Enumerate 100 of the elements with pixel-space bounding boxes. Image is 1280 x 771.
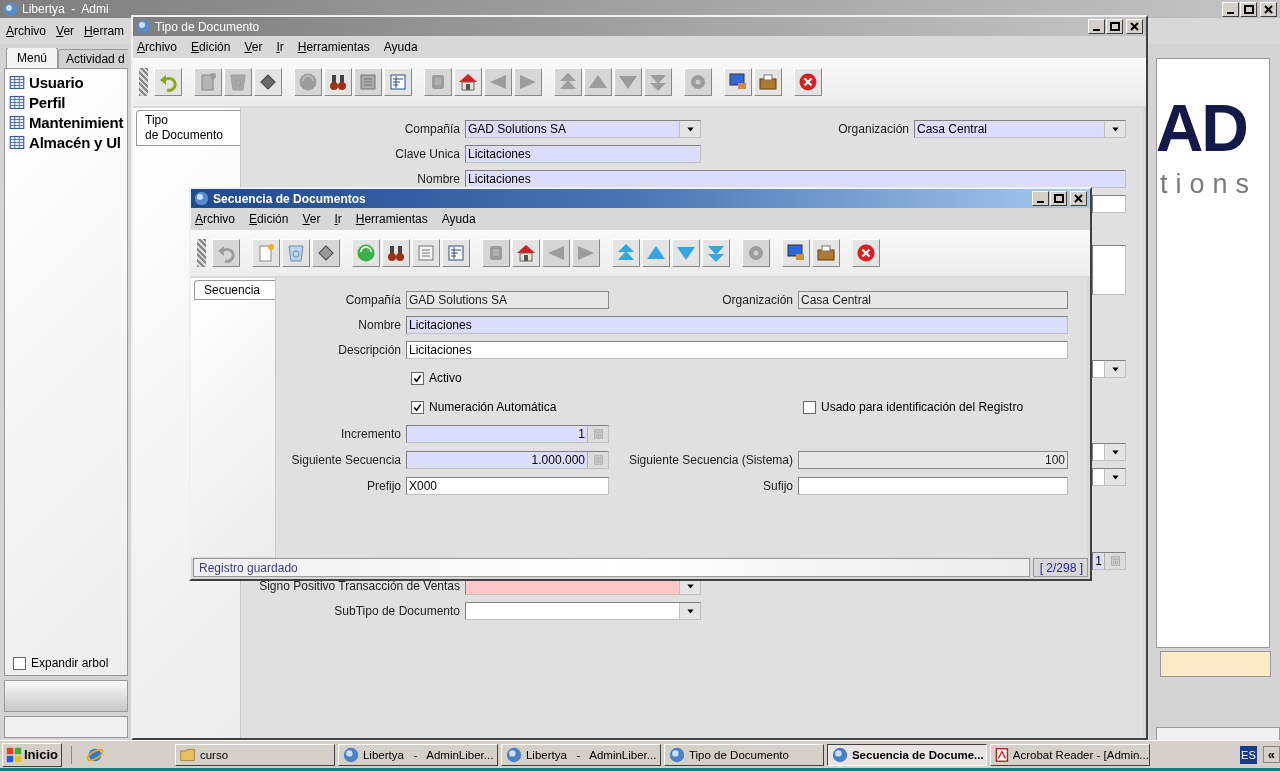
text-field[interactable]: Licitaciones [465,170,1126,188]
double-down-icon [706,243,726,263]
checkbox[interactable] [411,400,424,414]
close-button[interactable] [1070,191,1087,206]
taskbar-item[interactable]: Libertya - AdminLiber... [500,743,661,766]
text-field[interactable]: Casa Central [798,291,1068,309]
input-field[interactable] [1160,651,1271,677]
taskbar-item[interactable]: Secuencia de Docume... [826,743,987,766]
number-field[interactable]: 1 [406,425,609,443]
number-field[interactable]: 100 [798,451,1068,469]
toolbar-grip[interactable] [197,239,206,267]
home-icon [458,72,478,92]
menu-item[interactable]: Ir [334,212,342,226]
text-field[interactable] [1092,195,1126,213]
text-field[interactable]: X000 [406,477,609,495]
taskbar-item[interactable]: Libertya - AdminLiber... [337,743,498,766]
close-icon [856,243,876,263]
dropdown-field[interactable] [1092,443,1126,461]
toolbar-button[interactable] [382,239,410,267]
tree-item[interactable]: Perfil [29,94,66,111]
toolbar-button[interactable] [254,68,282,96]
text-field[interactable]: GAD Solutions SA [406,291,609,309]
start-button[interactable]: Inicio [2,742,62,767]
field-label: Descripción [337,343,401,357]
tree-item[interactable]: Usuario [29,74,84,91]
tree-item[interactable]: Almacén y Ul [29,134,121,151]
monitor-icon [786,243,806,263]
window-title: Libertya - Admi [22,2,110,16]
circle-icon [298,72,318,92]
maximize-button[interactable] [1050,191,1067,206]
menu-item[interactable]: Ver [244,40,263,54]
expand-button[interactable]: « [1262,746,1280,763]
tab[interactable]: Secuencia [194,280,275,300]
field-label: Incremento [339,427,401,441]
minimize-button[interactable] [1032,191,1049,206]
dropdown-field[interactable]: Casa Central [914,120,1126,138]
menu-item[interactable]: Herram [84,24,125,38]
text-area[interactable] [1092,245,1126,295]
text-field[interactable]: Licitaciones [465,145,701,163]
dropdown-field[interactable] [465,602,701,620]
checkbox[interactable] [411,371,424,385]
caret-icon [1109,365,1121,373]
checkbox[interactable] [13,656,26,670]
logo-text: tions [1159,169,1257,200]
menu-item[interactable]: Ver [302,212,321,226]
diamond-icon [316,243,336,263]
number-field[interactable]: 1.000.000 [406,451,609,469]
checkbox-label: Numeración Automática [429,400,557,414]
check-icon [413,402,422,412]
caret-icon [684,125,696,133]
tab[interactable]: Menú [6,48,59,68]
text-field[interactable]: Licitaciones [406,341,1068,359]
toolbar-button[interactable] [812,239,840,267]
menu-item[interactable]: Ver [56,24,75,38]
field-label: Clave Unica [394,147,460,161]
undo-icon [216,243,236,263]
toolbar-button[interactable] [512,239,540,267]
toolbar-button[interactable] [454,68,482,96]
maximize-icon [1109,22,1120,31]
dropdown-field[interactable]: GAD Solutions SA [465,120,701,138]
left-triangle-icon [546,243,566,263]
caret-icon [1109,473,1121,481]
windows-flag-icon [6,746,22,763]
checkbox[interactable] [803,400,816,414]
tree-item[interactable]: Mantenimient [29,114,124,131]
right-triangle-icon [518,72,538,92]
menu-item[interactable]: Ir [276,40,284,54]
menu-item[interactable]: Edición [249,212,289,226]
toolbar-button[interactable] [794,68,822,96]
menu-item[interactable]: Archivo [6,24,47,38]
toolbar-button[interactable] [324,68,352,96]
menu-item[interactable]: Archivo [195,212,236,226]
tab[interactable]: Tipo de Documento [136,110,240,146]
toolbar-button[interactable] [754,68,782,96]
table-icon [9,95,25,110]
left-triangle-icon [488,72,508,92]
menu-item[interactable]: Ayuda [383,40,418,54]
menu-item[interactable]: Ayuda [441,212,476,226]
text-field[interactable] [798,477,1068,495]
taskbar-item[interactable]: Acrobat Reader - [Admin... [989,743,1150,766]
menu-item[interactable]: Herramientas [355,212,428,226]
number-field[interactable]: 1 [1092,552,1126,570]
logo-text: AD [1155,95,1247,161]
menu-item[interactable]: Edición [191,40,231,54]
field-label: SubTipo de Documento [333,604,460,618]
field-label: Compañía [344,293,401,307]
taskbar-item[interactable]: curso [174,743,335,766]
dropdown-field[interactable] [1092,360,1126,378]
menu-item[interactable]: Herramientas [297,40,370,54]
toolbar-button[interactable] [852,239,880,267]
language-indicator[interactable]: ES [1240,745,1257,764]
taskbar-item[interactable]: Tipo de Documento [663,743,824,766]
menu-item[interactable]: Archivo [137,40,178,54]
briefcase-icon [816,243,836,263]
tab[interactable]: Actividad d [58,49,128,68]
text-field[interactable]: Licitaciones [406,316,1068,334]
dropdown-field[interactable] [1092,468,1126,486]
toolbar-grip[interactable] [139,68,148,96]
toolbar-button[interactable] [782,239,810,267]
toolbar-button[interactable] [724,68,752,96]
